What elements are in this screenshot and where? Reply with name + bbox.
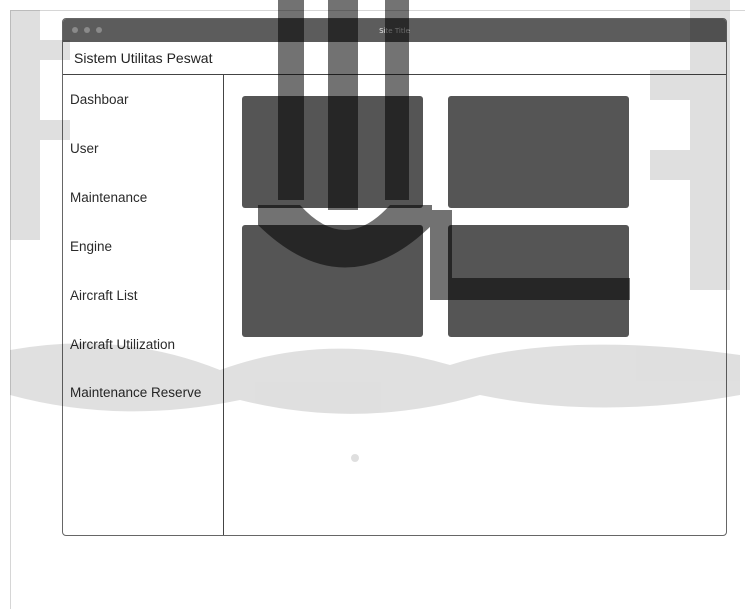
- app-window: Site Title Sistem Utilitas Peswat Dashbo…: [62, 18, 727, 536]
- dashboard-card-4[interactable]: [448, 225, 629, 337]
- close-dot-icon[interactable]: [72, 27, 78, 33]
- site-title: Site Title: [379, 26, 410, 35]
- minimize-dot-icon[interactable]: [84, 27, 90, 33]
- app-title: Sistem Utilitas Peswat: [74, 50, 213, 66]
- sidebar-item-engine[interactable]: Engine: [70, 239, 112, 254]
- page-border-left: [10, 10, 11, 609]
- main-content: [224, 75, 726, 535]
- sidebar-item-user[interactable]: User: [70, 141, 99, 156]
- sidebar-item-dashboard[interactable]: Dashboar: [70, 92, 129, 107]
- sidebar-item-maintenance[interactable]: Maintenance: [70, 190, 147, 205]
- window-titlebar: Site Title: [63, 19, 726, 42]
- page-border-top: [10, 10, 745, 11]
- sidebar-item-aircraft-utilization[interactable]: Aircraft Utilization: [70, 337, 175, 352]
- dashboard-card-2[interactable]: [448, 96, 629, 208]
- window-controls: [72, 27, 102, 33]
- dashboard-card-3[interactable]: [242, 225, 423, 337]
- dashboard-card-1[interactable]: [242, 96, 423, 208]
- sidebar-item-aircraft-list[interactable]: Aircraft List: [70, 288, 138, 303]
- maximize-dot-icon[interactable]: [96, 27, 102, 33]
- sidebar-item-maintenance-reserve[interactable]: Maintenance Reserve: [70, 385, 201, 400]
- app-header: Sistem Utilitas Peswat: [63, 42, 726, 75]
- sidebar: Dashboar User Maintenance Engine Aircraf…: [63, 75, 224, 535]
